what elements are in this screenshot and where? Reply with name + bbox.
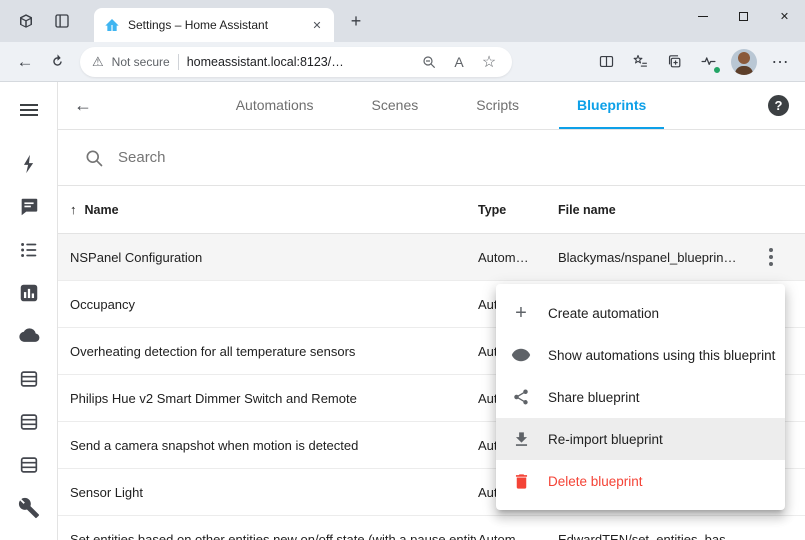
- navbar-right-actions: …: [591, 47, 795, 77]
- browser-tab[interactable]: Settings – Home Assistant ✕: [94, 8, 334, 42]
- sidebar-menu-button[interactable]: [0, 88, 57, 131]
- refresh-button[interactable]: [42, 47, 72, 77]
- row-name: Set entities based on other entities new…: [58, 532, 478, 540]
- tab-scenes[interactable]: Scenes: [354, 82, 437, 129]
- maximize-icon: [739, 12, 748, 21]
- tab-close-icon[interactable]: ✕: [308, 16, 326, 34]
- browser-navbar: ← ⚠ Not secure homeassistant.local:8123/…: [0, 42, 805, 82]
- ha-sidebar: [0, 82, 58, 540]
- row-file: Blackymas/nspanel_blueprin…: [558, 250, 763, 265]
- back-button[interactable]: ←: [10, 47, 40, 77]
- import-icon: [510, 428, 532, 450]
- menu-item-share-blueprint[interactable]: Share blueprint: [496, 376, 785, 418]
- help-button[interactable]: ?: [768, 95, 789, 116]
- menu-item-show-automations[interactable]: Show automations using this blueprint: [496, 334, 785, 376]
- minimize-button[interactable]: [682, 0, 723, 32]
- page-content: ← Automations Scenes Scripts Blueprints …: [0, 82, 805, 540]
- tab-blueprints[interactable]: Blueprints: [559, 82, 664, 129]
- row-type: Autom…: [478, 532, 558, 540]
- plus-icon: +: [510, 302, 532, 324]
- row-name: Sensor Light: [58, 485, 478, 500]
- sidebar-energy-icon[interactable]: [0, 142, 57, 185]
- vertical-tabs-icon[interactable]: [48, 7, 76, 35]
- sidebar-history-chart-icon[interactable]: [0, 271, 57, 314]
- eye-icon: [510, 344, 532, 366]
- window-controls: ✕: [682, 0, 805, 32]
- menu-item-label: Re-import blueprint: [548, 432, 663, 447]
- menu-item-reimport-blueprint[interactable]: Re-import blueprint: [496, 418, 785, 460]
- read-aloud-icon[interactable]: A: [448, 51, 470, 73]
- sidebar-developer-tools-icon[interactable]: [0, 486, 57, 529]
- tab-scripts[interactable]: Scripts: [458, 82, 537, 129]
- row-overflow-menu-icon[interactable]: [765, 244, 777, 270]
- hamburger-icon: [20, 104, 38, 116]
- tab-automations[interactable]: Automations: [218, 82, 332, 129]
- zoom-icon[interactable]: [418, 51, 440, 73]
- row-name: Send a camera snapshot when motion is de…: [58, 438, 478, 453]
- menu-item-label: Share blueprint: [548, 390, 640, 405]
- column-header-file[interactable]: File name: [558, 203, 763, 217]
- table-row[interactable]: NSPanel Configuration Autom… Blackymas/n…: [58, 234, 805, 281]
- ha-topbar: ← Automations Scenes Scripts Blueprints …: [58, 82, 805, 130]
- close-button[interactable]: ✕: [764, 0, 805, 32]
- not-secure-warning-icon: ⚠: [92, 55, 104, 68]
- settings-menu-icon[interactable]: …: [765, 47, 795, 77]
- address-bar[interactable]: ⚠ Not secure homeassistant.local:8123/… …: [80, 47, 512, 77]
- sidebar-hub-icon-3[interactable]: [0, 443, 57, 486]
- sort-ascending-icon: ↑: [70, 202, 77, 217]
- maximize-button[interactable]: [723, 0, 764, 32]
- security-label[interactable]: Not secure: [112, 55, 170, 69]
- table-row[interactable]: Set entities based on other entities new…: [58, 516, 805, 540]
- menu-item-label: Create automation: [548, 306, 659, 321]
- browser-window: Settings – Home Assistant ✕ + ✕ ← ⚠ Not …: [0, 0, 805, 540]
- menu-item-label: Delete blueprint: [548, 474, 643, 489]
- browser-essentials-icon[interactable]: [693, 47, 723, 77]
- column-header-name[interactable]: ↑ Name: [58, 202, 478, 217]
- browser-titlebar: Settings – Home Assistant ✕ + ✕: [0, 0, 805, 42]
- search-placeholder: Search: [118, 149, 166, 166]
- titlebar-left-actions: [0, 7, 80, 35]
- sidebar-hub-icon-1[interactable]: [0, 357, 57, 400]
- sidebar-cloud-icon[interactable]: [0, 314, 57, 357]
- row-file: EdwardTEN/set_entities_bas…: [558, 532, 763, 540]
- url-text[interactable]: homeassistant.local:8123/…: [187, 55, 410, 69]
- address-divider: [178, 54, 179, 70]
- menu-item-delete-blueprint[interactable]: Delete blueprint: [496, 460, 785, 502]
- favorites-icon[interactable]: [625, 47, 655, 77]
- sidebar-assist-icon[interactable]: [0, 185, 57, 228]
- essentials-status-dot: [713, 66, 721, 74]
- row-name: Philips Hue v2 Smart Dimmer Switch and R…: [58, 391, 478, 406]
- new-tab-button[interactable]: +: [342, 7, 370, 35]
- column-file-label: File name: [558, 203, 616, 217]
- blueprint-context-menu: + Create automation Show automations usi…: [496, 284, 785, 510]
- column-name-label: Name: [85, 203, 119, 217]
- sidebar-todo-list-icon[interactable]: [0, 228, 57, 271]
- row-type: Autom…: [478, 250, 558, 265]
- ha-back-button[interactable]: ←: [74, 95, 114, 116]
- column-type-label: Type: [478, 203, 506, 217]
- menu-item-label: Show automations using this blueprint: [548, 348, 775, 363]
- search-bar[interactable]: Search: [58, 130, 805, 186]
- split-screen-icon[interactable]: [591, 47, 621, 77]
- row-name: NSPanel Configuration: [58, 250, 478, 265]
- collections-icon[interactable]: [659, 47, 689, 77]
- trash-icon: [510, 470, 532, 492]
- menu-item-create-automation[interactable]: + Create automation: [496, 292, 785, 334]
- home-assistant-favicon: [104, 17, 120, 33]
- share-icon: [510, 386, 532, 408]
- row-name: Overheating detection for all temperatur…: [58, 344, 478, 359]
- favorite-star-icon[interactable]: ☆: [478, 51, 500, 73]
- column-header-type[interactable]: Type: [478, 203, 558, 217]
- sidebar-hub-icon-2[interactable]: [0, 400, 57, 443]
- tab-title: Settings – Home Assistant: [128, 18, 300, 32]
- table-header: ↑ Name Type File name: [58, 186, 805, 234]
- row-name: Occupancy: [58, 297, 478, 312]
- profile-avatar[interactable]: [731, 49, 757, 75]
- search-icon: [84, 148, 104, 168]
- workspaces-icon[interactable]: [12, 7, 40, 35]
- ha-tab-bar: Automations Scenes Scripts Blueprints: [114, 82, 768, 129]
- minimize-icon: [698, 16, 708, 17]
